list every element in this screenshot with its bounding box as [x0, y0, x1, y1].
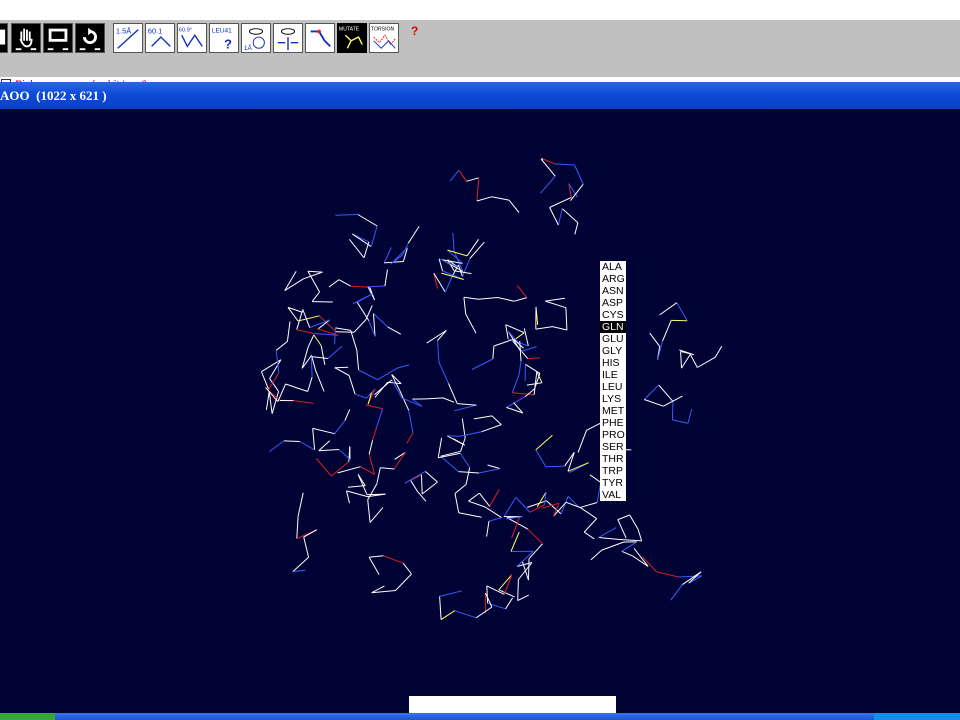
pan-button[interactable]: [11, 23, 41, 53]
svg-text:LEU41: LEU41: [212, 27, 232, 34]
svg-text:TORSION: TORSION: [371, 27, 395, 33]
torsion-button[interactable]: TORSION: [369, 23, 399, 53]
help-icon[interactable]: ?: [411, 24, 418, 38]
residue-option[interactable]: ARG: [600, 273, 626, 285]
residue-option[interactable]: CYS: [600, 309, 626, 321]
window-titlebar[interactable]: AOO (1022 x 621 ): [0, 82, 960, 109]
residue-option[interactable]: ALA: [600, 261, 626, 273]
mutate-button[interactable]: MUTATE: [337, 23, 367, 53]
residue-option[interactable]: TYR: [600, 477, 626, 489]
center-button[interactable]: 1Å: [241, 23, 271, 53]
bottom-input-box[interactable]: [409, 696, 616, 713]
angle-button[interactable]: 60.1: [145, 23, 175, 53]
eye-icon: 1Å: [244, 28, 265, 52]
residue-option[interactable]: GLU: [600, 333, 626, 345]
residue-option[interactable]: HIS: [600, 357, 626, 369]
residue-option[interactable]: ILE: [600, 369, 626, 381]
torsion-icon: TORSION: [371, 27, 396, 49]
fit-button[interactable]: [273, 23, 303, 53]
residue-option[interactable]: LEU: [600, 381, 626, 393]
svg-text:1Å: 1Å: [244, 43, 253, 52]
label-icon: LEU41 ?: [212, 27, 232, 51]
monitor-icon: [47, 28, 69, 51]
rotate-icon: [79, 27, 101, 51]
residue-option[interactable]: PRO: [600, 429, 626, 441]
toolbar: 1.5Å 60.1 60.9° LEU41 ? 1Å MUTATE TORSIO…: [0, 20, 960, 92]
molecule-viewport[interactable]: [0, 109, 960, 713]
bond-button[interactable]: [305, 23, 335, 53]
label-button[interactable]: LEU41 ?: [209, 23, 239, 53]
window-title: AOO (1022 x 621 ): [0, 88, 107, 103]
eye-arrows-icon: [277, 28, 299, 51]
residue-option[interactable]: MET: [600, 405, 626, 417]
residue-menu: ALA ARG ASN ASP CYS GLN GLU GLY HIS ILE LEU LYS MET P…: [600, 261, 626, 501]
dihedral-button[interactable]: 60.9°: [177, 23, 207, 53]
distance-icon: 1.5Å: [116, 26, 139, 49]
residue-option[interactable]: VAL: [600, 489, 626, 501]
clipped-button[interactable]: [0, 23, 8, 53]
svg-text:60.1: 60.1: [148, 26, 163, 35]
residue-option[interactable]: ASP: [600, 297, 626, 309]
residue-option[interactable]: GLY: [600, 345, 626, 357]
distance-button[interactable]: 1.5Å: [113, 23, 143, 53]
molecule-structure: [260, 158, 723, 621]
svg-text:?: ?: [224, 36, 232, 51]
angle-icon: 60.1: [148, 26, 171, 47]
window-edge-icon: [0, 29, 6, 45]
residue-option[interactable]: SER: [600, 441, 626, 453]
bond-icon: [310, 29, 331, 48]
start-button[interactable]: [0, 713, 55, 720]
zoom-button[interactable]: [43, 23, 73, 53]
svg-text:MUTATE: MUTATE: [339, 27, 360, 33]
dihedral-icon: 60.9°: [179, 27, 203, 48]
residue-option[interactable]: THR: [600, 453, 626, 465]
residue-option[interactable]: GLN: [600, 321, 626, 333]
residue-option[interactable]: LYS: [600, 393, 626, 405]
system-tray: [874, 713, 960, 720]
svg-text:1.5Å: 1.5Å: [116, 26, 131, 35]
taskbar: [0, 713, 960, 720]
svg-text:60.9°: 60.9°: [179, 27, 192, 33]
residue-option[interactable]: ASN: [600, 285, 626, 297]
residue-option[interactable]: PHE: [600, 417, 626, 429]
hand-icon: [15, 28, 37, 51]
mutate-icon: MUTATE: [339, 27, 363, 49]
rotate-button[interactable]: [75, 23, 105, 53]
residue-option[interactable]: TRP: [600, 465, 626, 477]
